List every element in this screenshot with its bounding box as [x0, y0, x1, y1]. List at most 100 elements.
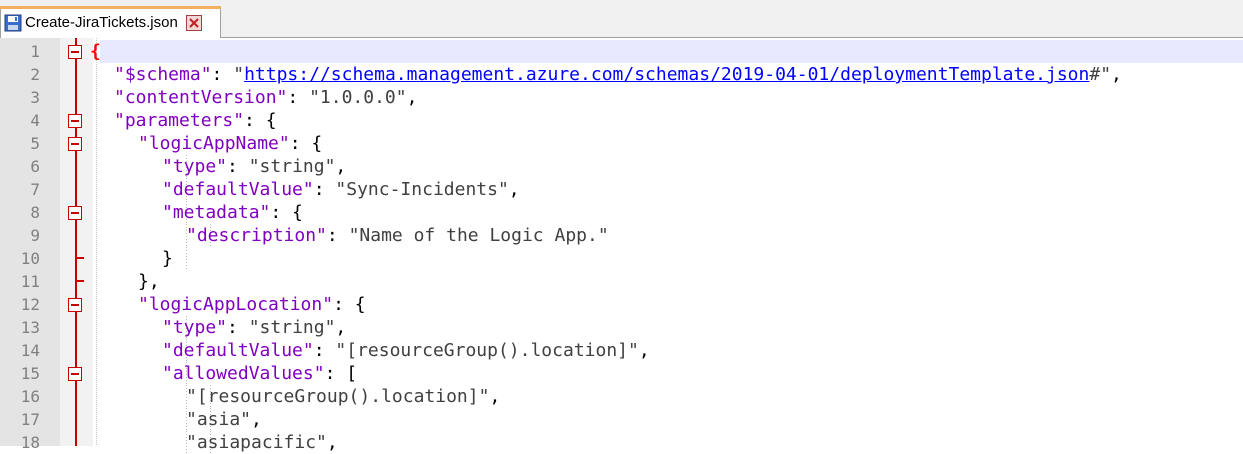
code-line[interactable]: 3 "contentVersion": "1.0.0.0",: [0, 86, 1243, 109]
line-number: 6: [30, 157, 40, 176]
code-token: "defaultValue": [162, 179, 314, 200]
code-token: : [: [324, 363, 358, 384]
code-line[interactable]: 18 "asiapacific",: [0, 431, 1243, 454]
file-tab[interactable]: Create-JiraTickets.json: [0, 6, 221, 38]
code-text: "parameters": {: [114, 109, 277, 132]
collapse-minus-icon[interactable]: [68, 137, 82, 151]
code-line[interactable]: 4 "parameters": {: [0, 109, 1243, 132]
code-token: "logicAppName": [138, 133, 290, 154]
code-line[interactable]: 8 "metadata": {: [0, 201, 1243, 224]
code-token: ,: [251, 409, 262, 430]
code-token: "parameters": [114, 110, 245, 131]
code-token: ,: [1111, 64, 1122, 85]
code-token: #": [1089, 64, 1112, 85]
code-line[interactable]: 17 "asia",: [0, 408, 1243, 431]
line-number: 7: [30, 180, 40, 199]
fold-end-marker: [76, 257, 84, 259]
line-number: 14: [20, 341, 40, 360]
line-number: 3: [30, 88, 40, 107]
code-text: }: [162, 247, 173, 270]
line-number: 18: [20, 433, 40, 452]
code-token: :: [211, 64, 234, 85]
collapse-minus-icon[interactable]: [68, 298, 82, 312]
code-token: "logicAppLocation": [138, 294, 334, 315]
code-line[interactable]: 14 "defaultValue": "[resourceGroup().loca…: [0, 339, 1243, 362]
code-text: "type": "string",: [162, 316, 346, 339]
code-text: "logicAppLocation": {: [138, 293, 366, 316]
code-text: {: [90, 40, 101, 63]
code-token: ,: [335, 156, 347, 177]
code-token: "Name of the Logic App.": [348, 225, 609, 246]
code-line[interactable]: 15 "allowedValues": [: [0, 362, 1243, 385]
code-line[interactable]: 7 "defaultValue": "Sync-Incidents",: [0, 178, 1243, 201]
tab-title: Create-JiraTickets.json: [25, 14, 178, 31]
code-token: "description": [186, 225, 327, 246]
code-token: "contentVersion": [114, 87, 288, 108]
code-token: "Sync-Incidents": [335, 179, 509, 200]
code-token: "1.0.0.0": [309, 87, 407, 108]
code-token: :: [326, 225, 349, 246]
code-token: : {: [244, 110, 277, 131]
code-token: ,: [335, 317, 347, 338]
code-token: ,: [489, 386, 501, 407]
code-token: "asia": [186, 409, 252, 430]
code-token: "metadata": [162, 202, 271, 223]
line-number: 10: [20, 249, 40, 268]
code-token: "$schema": [114, 64, 212, 85]
schema-link[interactable]: https://schema.management.azure.com/sche…: [244, 64, 1089, 85]
line-number: 1: [30, 42, 40, 61]
code-text: "allowedValues": [: [162, 362, 357, 385]
code-line[interactable]: 6 "type": "string",: [0, 155, 1243, 178]
code-token: : {: [289, 133, 323, 154]
collapse-minus-icon[interactable]: [68, 367, 82, 381]
code-token: : {: [333, 294, 366, 315]
code-line[interactable]: 5 "logicAppName": {: [0, 132, 1243, 155]
code-token: {: [90, 41, 101, 62]
code-token: :: [313, 340, 336, 361]
code-line[interactable]: 12 "logicAppLocation": {: [0, 293, 1243, 316]
code-line[interactable]: 11},: [0, 270, 1243, 293]
code-token: ,: [326, 432, 338, 453]
close-tab-icon[interactable]: [185, 14, 202, 31]
code-text: "type": "string",: [162, 155, 346, 178]
code-token: "string": [248, 156, 336, 177]
code-token: : {: [270, 202, 303, 223]
code-editor[interactable]: 1{2 "$schema": "https://schema.management…: [0, 38, 1243, 454]
line-number: 12: [20, 295, 40, 314]
code-text: "[resourceGroup().location]",: [186, 385, 500, 408]
current-line-highlight: [100, 40, 1243, 63]
code-line[interactable]: 10}: [0, 247, 1243, 270]
code-token: ": [233, 64, 245, 85]
code-token: "type": [162, 317, 228, 338]
code-text: "defaultValue": "[resourceGroup().locati…: [162, 339, 650, 362]
code-token: ,: [638, 340, 650, 361]
line-number: 15: [20, 364, 40, 383]
code-token: :: [227, 317, 249, 338]
code-token: "type": [162, 156, 228, 177]
code-text: "description": "Name of the Logic App.": [186, 224, 609, 247]
collapse-minus-icon[interactable]: [68, 114, 82, 128]
code-token: :: [287, 87, 310, 108]
code-text: "asiapacific",: [186, 431, 338, 454]
fold-end-marker: [76, 280, 84, 282]
code-token: "defaultValue": [162, 340, 314, 361]
floppy-disk-icon: [4, 14, 22, 32]
code-token: }: [162, 248, 173, 269]
code-line[interactable]: 13 "type": "string",: [0, 316, 1243, 339]
code-line[interactable]: 9 "description": "Name of the Logic App.": [0, 224, 1243, 247]
code-line[interactable]: 16 "[resourceGroup().location]",: [0, 385, 1243, 408]
line-number: 9: [30, 226, 40, 245]
line-number: 5: [30, 134, 40, 153]
tab-bar: Create-JiraTickets.json: [0, 0, 1243, 38]
code-line[interactable]: 1{: [0, 40, 1243, 63]
indent-guide: [186, 247, 187, 270]
code-token: "allowedValues": [162, 363, 325, 384]
line-number: 8: [30, 203, 40, 222]
code-text: },: [138, 270, 160, 293]
code-token: "string": [248, 317, 336, 338]
code-line[interactable]: 2 "$schema": "https://schema.management.a…: [0, 63, 1243, 86]
collapse-minus-icon[interactable]: [68, 206, 82, 220]
collapse-minus-icon[interactable]: [68, 45, 82, 59]
code-token: ,: [508, 179, 520, 200]
code-text: "$schema": "https://schema.management.az…: [114, 63, 1122, 86]
